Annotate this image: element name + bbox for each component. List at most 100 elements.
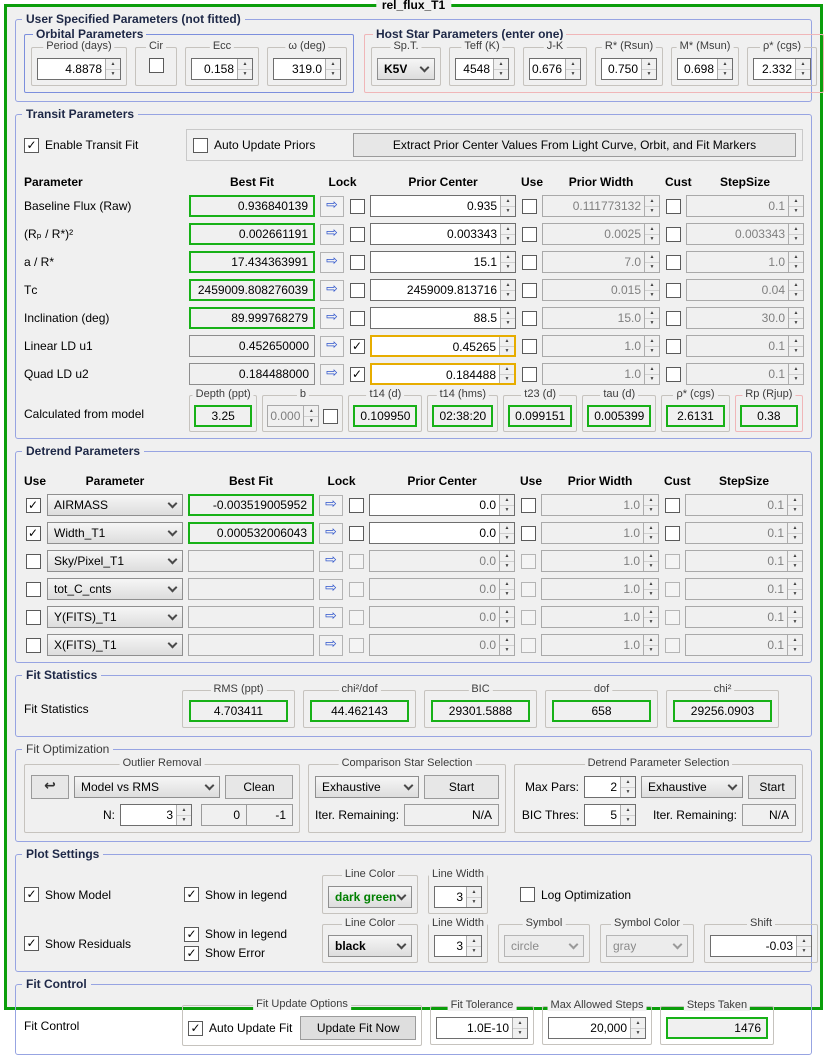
spinner-buttons[interactable] [788,308,803,328]
spin-up-icon[interactable] [644,523,658,534]
jk-spinner[interactable]: 0.676 [529,58,582,80]
detrend-start-button[interactable]: Start [748,775,796,799]
spin-up-icon[interactable] [566,59,581,70]
residuals-show-in-legend-checkbox[interactable] [184,926,199,942]
symbol-select[interactable]: circle [504,935,584,957]
cust-checkbox[interactable] [665,282,681,298]
spin-up-icon[interactable] [501,252,515,263]
prior-center-spinner[interactable]: 0.0 [369,578,515,600]
step-size-spinner[interactable]: 0.1 [685,606,803,628]
spin-down-icon[interactable] [645,263,659,273]
spin-up-icon[interactable] [644,607,658,618]
rho-star-spinner[interactable]: 2.332 [753,58,812,80]
spin-down-icon[interactable] [788,590,802,600]
comp-star-method-select[interactable]: Exhaustive [315,776,419,798]
spinner-buttons[interactable] [787,523,802,543]
use-prior-checkbox[interactable] [520,609,536,625]
detrend-param-select[interactable]: Width_T1 [47,522,183,544]
spin-down-icon[interactable] [513,1029,527,1039]
spinner-buttons[interactable] [512,1018,527,1038]
spin-down-icon[interactable] [106,70,120,80]
spin-down-icon[interactable] [789,375,803,385]
use-detrend-checkbox[interactable] [25,553,41,569]
step-size-spinner[interactable]: 0.1 [685,550,803,572]
copy-best-to-prior-button[interactable]: ⇨ [319,634,343,656]
prior-width-spinner[interactable]: 7.0 [542,251,660,273]
spin-down-icon[interactable] [467,898,481,908]
spin-down-icon[interactable] [788,506,802,516]
comp-star-start-button[interactable]: Start [424,775,499,799]
spin-up-icon[interactable] [501,308,515,319]
spin-up-icon[interactable] [789,364,803,375]
spinner-buttons[interactable] [499,579,514,599]
spin-up-icon[interactable] [500,523,514,534]
spin-up-icon[interactable] [644,635,658,646]
show-model-checkbox[interactable] [24,887,39,902]
spinner-buttons[interactable] [466,936,481,956]
spin-down-icon[interactable] [788,534,802,544]
step-size-spinner[interactable]: 0.1 [686,195,804,217]
prior-width-spinner[interactable]: 1.0 [541,494,659,516]
spin-down-icon[interactable] [788,618,802,628]
spin-down-icon[interactable] [177,816,191,826]
step-size-spinner[interactable]: 0.1 [685,522,803,544]
spinner-buttons[interactable] [630,1018,645,1038]
spin-down-icon[interactable] [500,375,514,384]
spinner-buttons[interactable] [499,523,514,543]
prior-width-spinner[interactable]: 1.0 [541,522,659,544]
clean-button[interactable]: Clean [225,775,293,799]
use-prior-checkbox[interactable] [520,497,536,513]
spinner-buttons[interactable] [787,551,802,571]
use-detrend-checkbox[interactable] [25,609,41,625]
n-spinner[interactable]: 3 [120,804,192,826]
spin-down-icon[interactable] [644,506,658,516]
step-size-spinner[interactable]: 1.0 [686,251,804,273]
spinner-buttons[interactable] [643,551,658,571]
spin-down-icon[interactable] [645,291,659,301]
spin-down-icon[interactable] [789,291,803,301]
spinner-buttons[interactable] [788,196,803,216]
step-size-spinner[interactable]: 0.1 [685,494,803,516]
spinner-buttons[interactable] [644,224,659,244]
prior-center-spinner[interactable]: 88.5 [370,307,516,329]
copy-best-to-prior-button[interactable]: ⇨ [319,578,343,600]
spin-up-icon[interactable] [789,252,803,263]
spin-down-icon[interactable] [238,70,252,80]
prior-center-spinner[interactable]: 0.003343 [370,223,516,245]
prior-width-spinner[interactable]: 1.0 [541,634,659,656]
spectral-type-select[interactable]: K5V [377,58,435,80]
spinner-buttons[interactable] [788,364,803,384]
spin-up-icon[interactable] [718,59,733,70]
show-error-checkbox[interactable] [184,945,199,961]
spinner-buttons[interactable] [787,607,802,627]
prior-center-spinner[interactable]: 15.1 [370,251,516,273]
spin-up-icon[interactable] [789,308,803,319]
spin-down-icon[interactable] [467,947,481,957]
spinner-buttons[interactable] [641,59,657,79]
fit-tolerance-spinner[interactable]: 1.0E-10 [436,1017,528,1039]
spin-down-icon[interactable] [644,646,658,656]
spin-up-icon[interactable] [500,337,514,347]
spinner-buttons[interactable] [644,280,659,300]
spinner-buttons[interactable] [325,59,340,79]
spin-up-icon[interactable] [797,936,811,947]
spinner-buttons[interactable] [643,607,658,627]
eccentricity-spinner[interactable]: 0.158 [191,58,253,80]
spinner-buttons[interactable] [796,936,811,956]
spin-down-icon[interactable] [644,562,658,572]
spinner-buttons[interactable] [644,196,659,216]
max-allowed-steps-spinner[interactable]: 20,000 [548,1017,646,1039]
mstar-spinner[interactable]: 0.698 [677,58,734,80]
spin-down-icon[interactable] [796,70,810,80]
spin-up-icon[interactable] [788,635,802,646]
spin-up-icon[interactable] [644,579,658,590]
spinner-buttons[interactable] [643,523,658,543]
lock-checkbox[interactable] [348,581,364,597]
spin-down-icon[interactable] [631,1029,645,1039]
spin-up-icon[interactable] [513,1018,527,1029]
spin-up-icon[interactable] [788,551,802,562]
lock-checkbox[interactable] [349,226,365,242]
spin-up-icon[interactable] [645,336,659,347]
spin-down-icon[interactable] [789,263,803,273]
lock-checkbox[interactable] [349,198,365,214]
